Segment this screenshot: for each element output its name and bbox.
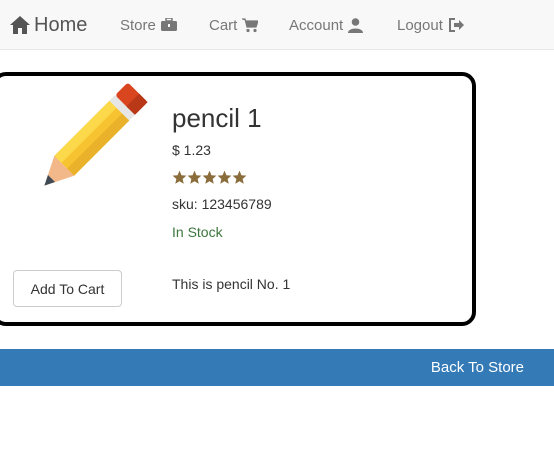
product-description: This is pencil No. 1 bbox=[172, 276, 291, 292]
logout-icon bbox=[448, 18, 464, 32]
nav-cart-label: Cart bbox=[209, 16, 238, 34]
back-bar: Back To Store bbox=[0, 349, 554, 386]
briefcase-icon bbox=[160, 18, 177, 32]
star-icon bbox=[187, 170, 202, 184]
product-price: $ 1.23 bbox=[172, 142, 211, 158]
nav-store-link[interactable]: Store bbox=[120, 0, 177, 50]
rating-stars bbox=[172, 170, 247, 185]
nav-logout-link[interactable]: Logout bbox=[397, 0, 464, 50]
user-icon bbox=[348, 17, 364, 33]
star-icon bbox=[217, 170, 232, 184]
stock-status: In Stock bbox=[172, 224, 223, 240]
product-card: pencil 1 $ 1.23 sku: 123456789 In Stock … bbox=[0, 72, 476, 326]
shopping-cart-icon bbox=[242, 17, 259, 33]
nav-home-label: Home bbox=[34, 13, 88, 36]
nav-home-link[interactable]: Home bbox=[10, 0, 87, 50]
nav-cart-link[interactable]: Cart bbox=[209, 0, 259, 50]
add-to-cart-button[interactable]: Add To Cart bbox=[13, 270, 122, 307]
home-icon bbox=[10, 16, 30, 34]
pencil-image bbox=[14, 80, 150, 210]
navbar: Home Store Cart Account Logout bbox=[0, 0, 554, 50]
star-icon bbox=[232, 170, 247, 184]
product-sku: sku: 123456789 bbox=[172, 196, 272, 212]
product-name: pencil 1 bbox=[172, 103, 262, 133]
star-icon bbox=[172, 170, 187, 184]
nav-account-label: Account bbox=[289, 16, 344, 34]
nav-account-link[interactable]: Account bbox=[289, 0, 364, 50]
nav-store-label: Store bbox=[120, 16, 156, 34]
back-to-store-link[interactable]: Back To Store bbox=[431, 349, 524, 386]
nav-logout-label: Logout bbox=[397, 16, 443, 34]
star-icon bbox=[202, 170, 217, 184]
